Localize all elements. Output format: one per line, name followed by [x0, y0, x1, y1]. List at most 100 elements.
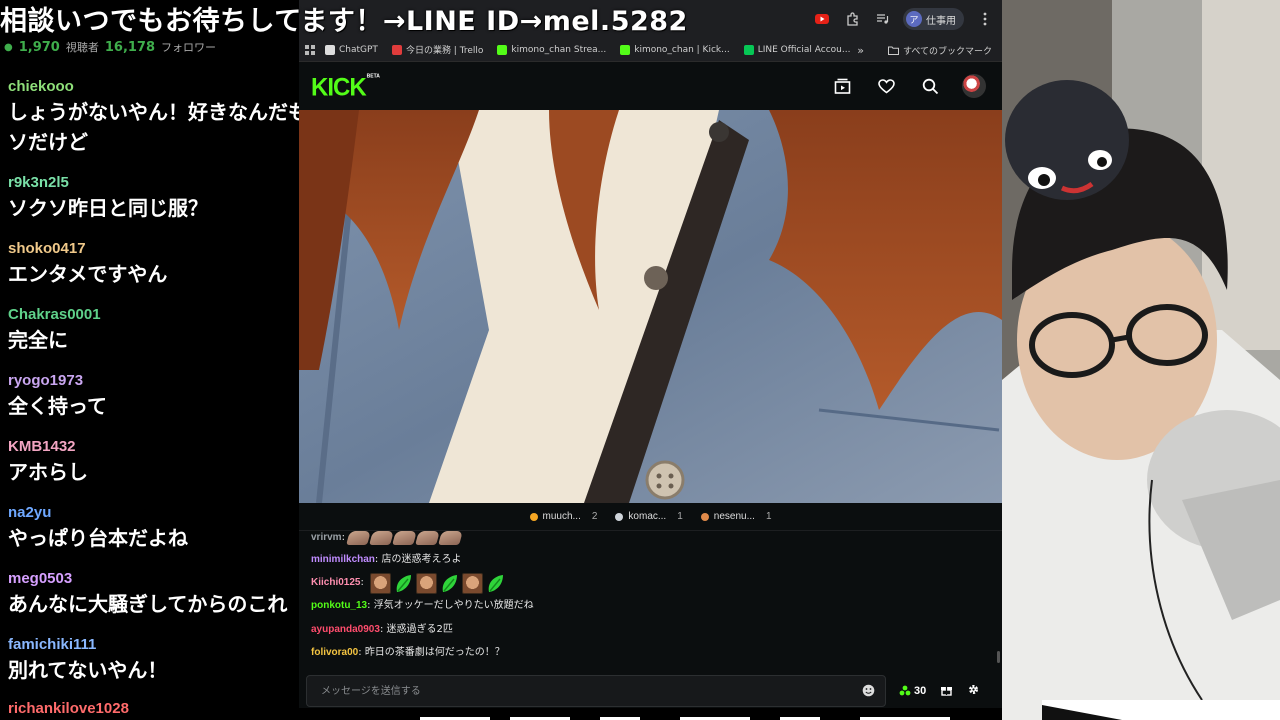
kick-chat-username[interactable]: ayupanda0903 [311, 620, 380, 640]
leaderboard-entry[interactable]: muuch... 2 [529, 511, 598, 522]
bottom-caption-strip [300, 708, 1002, 720]
kick-chat-username[interactable]: vrirvm [311, 528, 342, 548]
kick-chat-message: minimilkchan: 店の迷惑考えろよ [311, 550, 461, 570]
hand-emote-icon [415, 531, 440, 545]
favorites-button[interactable] [874, 74, 898, 98]
bookmark-favicon-icon [497, 44, 508, 55]
search-icon [922, 78, 938, 94]
left-chat-text: アホらし [8, 460, 88, 484]
left-chat-username: meg0503 [8, 570, 73, 587]
left-chat-username: shoko0417 [8, 240, 86, 257]
channel-points[interactable]: 30 [899, 685, 926, 697]
kick-chat-username[interactable]: Kiichi0125 [311, 573, 360, 593]
kick-chat-panel: muuch... 2 komac... 1 nesenu... 1 vrirvm: mini… [299, 503, 1002, 708]
leaderboard-badge-icon [615, 512, 624, 521]
chat-input-box[interactable] [306, 675, 886, 707]
leaderboard-name: komac... [628, 511, 667, 522]
bookmark-items: ChatGPT 今日の業務 | Trello kimono_chan Strea..… [325, 43, 850, 56]
left-chat-text: あんなに大騒ぎしてからのこれ [8, 592, 288, 616]
profile-label: 仕事用 [926, 15, 956, 27]
gift-button[interactable] [940, 683, 953, 699]
kick-logo-text: KICK [311, 73, 367, 102]
title-banner: 相談いつでもお待ちしてます！→LINE ID→mel.5282 [0, 6, 688, 37]
leaderboard-count: 2 [591, 511, 598, 522]
media-control-icon[interactable] [873, 10, 891, 28]
bookmark-label: ChatGPT [339, 44, 378, 55]
left-chat-username: chiekooo [8, 78, 74, 95]
youtube-extension-icon[interactable] [813, 10, 831, 28]
viewers-icon: ● [4, 41, 13, 53]
left-chat-message: richankilove1028 [8, 699, 300, 719]
apps-grid-icon [305, 44, 315, 55]
bookmark-favicon-icon [391, 44, 402, 55]
apps-shortcut[interactable] [305, 44, 315, 55]
kick-chat-text: 浮気オッケーだしやりたい放題だね [373, 600, 534, 611]
following-button[interactable] [830, 74, 854, 98]
gift-icon [941, 687, 953, 696]
bookmark-item[interactable]: kimono_chan | Kick... [620, 43, 730, 56]
left-chat-message: meg0503 あんなに大騒ぎしてからのこれ [8, 569, 300, 619]
points-icon [899, 685, 911, 696]
bookmark-favicon-icon [325, 44, 335, 55]
kick-chat-username[interactable]: minimilkchan [311, 550, 375, 570]
kick-chat-text: 店の迷惑考えろよ [381, 554, 462, 565]
bookmark-label: kimono_chan | Kick... [634, 44, 730, 55]
left-chat-text: 別れてないやん！ [8, 658, 168, 682]
kick-chat-message: folivora00: 昨日の茶番劇は何だったの！？ [311, 643, 505, 663]
left-chat-username: na2yu [8, 504, 52, 521]
leaderboard-count: 1 [677, 511, 683, 522]
left-chat-message: r9k3n2l5 ソクソ昨日と同じ服？ [8, 173, 300, 223]
face-emote-icon [462, 572, 484, 594]
bookmark-item[interactable]: ChatGPT [325, 43, 378, 56]
leaderboard-name: muuch... [542, 511, 581, 522]
left-chat-username: richankilove1028 [8, 700, 129, 717]
search-button[interactable] [918, 74, 942, 98]
profile-button[interactable]: ア 仕事用 [903, 8, 964, 30]
browser-toolbar-icons: ア 仕事用 [813, 8, 994, 30]
left-chat-username: Chakras0001 [8, 306, 101, 323]
leaf-emote-icon [485, 573, 506, 594]
video-frame [299, 110, 1002, 503]
heart-icon [877, 78, 895, 93]
chat-input[interactable] [307, 676, 847, 706]
bookmark-item[interactable]: 今日の業務 | Trello [391, 43, 483, 56]
leaderboard-name: nesenu... [713, 511, 755, 522]
bookmark-label: LINE Official Accou... [757, 44, 851, 55]
kick-header: KICKBETA [299, 62, 1002, 110]
stream-video[interactable] [299, 110, 1002, 503]
chat-settings-button[interactable] [967, 683, 980, 699]
hand-emote-icon [346, 531, 371, 545]
kick-chat-username[interactable]: ponkotu_13 [311, 596, 367, 616]
leaderboard-entry[interactable]: komac... 1 [615, 511, 683, 522]
browser-menu-icon[interactable] [976, 10, 994, 28]
all-bookmarks-label: すべてのブックマーク [902, 46, 992, 57]
all-bookmarks-button[interactable]: » すべてのブックマーク [851, 38, 992, 61]
extensions-icon[interactable] [843, 10, 861, 28]
left-chat-username: r9k3n2l5 [8, 174, 69, 191]
left-chat-text: エンタメですやん [8, 262, 168, 286]
webcam-image [1002, 0, 1280, 720]
left-chat-text: ソクソ昨日と同じ服？ [8, 196, 208, 220]
kick-nav [830, 74, 986, 98]
left-chat-message: KMB1432 アホらし [8, 437, 300, 487]
kick-chat-text: 迷惑過ぎる2匹 [386, 624, 453, 635]
kick-chat-separator: : [341, 532, 345, 543]
bookmark-item[interactable]: kimono_chan Strea... [497, 43, 606, 56]
bookmark-favicon-icon [743, 44, 754, 55]
leaderboard-entry[interactable]: nesenu... 1 [700, 511, 772, 522]
emoji-icon[interactable] [862, 684, 875, 697]
kick-chat-username[interactable]: folivora00 [311, 643, 358, 663]
left-chat-message: na2yu やっぱり台本だよね [8, 503, 300, 553]
left-chat-text: しょうがないやん！好きなんだもん ソだけど [8, 100, 300, 154]
left-chat-message: ryogo1973 全く持って [8, 371, 300, 421]
bookmark-item[interactable]: LINE Official Accou... [743, 43, 851, 56]
left-chat-username: ryogo1973 [8, 372, 84, 389]
left-chat-text: 全く持って [8, 394, 107, 418]
hand-emote-icon [438, 531, 463, 545]
folder-icon [887, 46, 899, 55]
bookmark-favicon-icon [620, 44, 631, 55]
chat-scrollbar[interactable] [997, 651, 1000, 663]
user-avatar[interactable] [962, 74, 986, 98]
kick-logo[interactable]: KICKBETA [311, 73, 380, 102]
bookmarks-more-chevron[interactable]: » [857, 44, 864, 57]
